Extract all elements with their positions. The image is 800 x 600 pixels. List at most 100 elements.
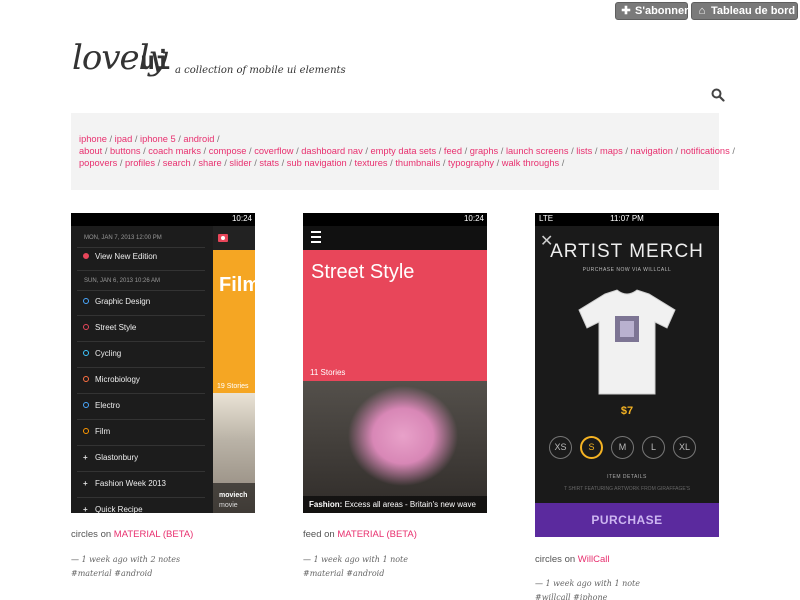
post-notes[interactable]: — 1 week ago with 2 notes bbox=[71, 553, 180, 567]
tag-link[interactable]: thumbnails bbox=[395, 158, 440, 168]
tag-link[interactable]: ipad bbox=[115, 134, 133, 144]
plus-icon: ✚ bbox=[621, 5, 631, 17]
caption-text: Excess all areas - Britain's new wave bbox=[342, 500, 476, 509]
tag-link[interactable]: notifications bbox=[681, 146, 730, 156]
post-on: on bbox=[564, 554, 576, 565]
tag-link[interactable]: textures bbox=[354, 158, 387, 168]
post-notes[interactable]: — 1 week ago with 1 note bbox=[303, 553, 408, 567]
divider bbox=[77, 471, 205, 472]
app-link[interactable]: MATERIAL (BETA) bbox=[114, 529, 194, 540]
tag-link[interactable]: about bbox=[79, 146, 102, 156]
subscribe-button[interactable]: ✚ S'abonner bbox=[615, 2, 688, 20]
post-notes[interactable]: — 1 week ago with 1 note bbox=[535, 577, 640, 591]
plus-icon: + bbox=[83, 479, 88, 488]
circle-icon bbox=[83, 324, 89, 331]
card-title: Street Style bbox=[311, 261, 415, 283]
tag-link[interactable]: iphone bbox=[79, 134, 107, 144]
status-time: 11:07 PM bbox=[610, 214, 644, 223]
tag-link[interactable]: sub navigation bbox=[287, 158, 347, 168]
dashboard-button[interactable]: ⌂ Tableau de bord bbox=[691, 2, 798, 20]
drawer-item-label: Microbiology bbox=[95, 375, 140, 384]
post-tags[interactable]: #material #android bbox=[303, 567, 408, 581]
post-screenshot[interactable]: LTE 11:07 PM ✕ ARTIST MERCH PURCHASE NOW… bbox=[535, 213, 719, 537]
tag-link[interactable]: iphone 5 bbox=[140, 134, 176, 144]
tag-link[interactable]: stats bbox=[259, 158, 279, 168]
tag-link[interactable]: graphs bbox=[470, 146, 498, 156]
street-style-card: Street Style 11 Stories bbox=[303, 250, 487, 381]
drawer-item-label: Cycling bbox=[95, 349, 122, 358]
drawer-item: Microbiology bbox=[83, 374, 140, 386]
tag-link[interactable]: walk throughs bbox=[502, 158, 559, 168]
post-on: on bbox=[324, 529, 335, 540]
plus-icon: + bbox=[83, 453, 88, 462]
tag-link[interactable]: feed bbox=[444, 146, 462, 156]
post-tags[interactable]: #willcall #iphone bbox=[535, 591, 640, 600]
divider bbox=[77, 270, 205, 271]
tag-link[interactable]: lists bbox=[576, 146, 592, 156]
post-meta[interactable]: — 1 week ago with 1 note #material #andr… bbox=[303, 553, 408, 581]
post-meta[interactable]: — 1 week ago with 1 note #willcall #ipho… bbox=[535, 577, 640, 600]
tag-link[interactable]: typography bbox=[448, 158, 494, 168]
status-bar: LTE 11:07 PM bbox=[535, 213, 719, 226]
circle-icon bbox=[83, 350, 89, 357]
card-title: Film bbox=[219, 274, 255, 296]
status-time: 10:24 bbox=[463, 214, 484, 223]
tag-link[interactable]: search bbox=[163, 158, 191, 168]
status-bar: 10:24 bbox=[303, 213, 487, 226]
drawer-item-label: Glastonbury bbox=[95, 453, 139, 462]
tag-row-elements-2: popovers / profiles / search / share / s… bbox=[79, 158, 565, 168]
post-on: on bbox=[100, 529, 112, 540]
purchase-button: PURCHASE bbox=[535, 503, 719, 537]
tag-link[interactable]: share bbox=[198, 158, 221, 168]
tag-link[interactable]: coverflow bbox=[254, 146, 293, 156]
film-card: Film 19 Stories bbox=[213, 250, 255, 393]
post-meta[interactable]: — 1 week ago with 2 notes #material #and… bbox=[71, 553, 180, 581]
tag-link[interactable]: empty data sets bbox=[371, 146, 437, 156]
tag-link[interactable]: coach marks bbox=[148, 146, 201, 156]
tag-link[interactable]: slider bbox=[229, 158, 251, 168]
peek-toolbar bbox=[213, 226, 255, 250]
tag-link[interactable]: dashboard nav bbox=[301, 146, 363, 156]
drawer-item-label: Electro bbox=[95, 401, 120, 410]
tag-link[interactable]: compose bbox=[209, 146, 247, 156]
divider bbox=[77, 419, 205, 420]
merch-price: $7 bbox=[620, 405, 634, 417]
divider bbox=[77, 497, 205, 498]
tag-link[interactable]: profiles bbox=[125, 158, 155, 168]
post-caption: feed on MATERIAL (BETA) bbox=[303, 529, 417, 540]
site-tagline: a collection of mobile ui elements bbox=[175, 65, 346, 76]
status-bar: 10:24 bbox=[71, 213, 255, 226]
content-peek: Film 19 Stories moviech movie bbox=[213, 226, 255, 513]
post-screenshot[interactable]: 10:24 MON, JAN 7, 2013 12:00 PM View New… bbox=[71, 213, 255, 513]
post-category: feed bbox=[303, 529, 322, 540]
plus-icon: + bbox=[83, 505, 88, 513]
post-screenshot[interactable]: 10:24 Street Style 11 Stories Fashion: E… bbox=[303, 213, 487, 513]
photo-card: moviech movie bbox=[213, 393, 255, 513]
tag-link[interactable]: android bbox=[183, 134, 214, 144]
post-tags[interactable]: #material #android bbox=[71, 567, 180, 581]
drawer-item: Electro bbox=[83, 400, 120, 412]
circle-icon bbox=[83, 376, 89, 383]
post-category: circles bbox=[535, 554, 562, 565]
size-option: S bbox=[580, 436, 603, 459]
divider bbox=[77, 315, 205, 316]
app-link[interactable]: MATERIAL (BETA) bbox=[337, 529, 417, 540]
app-link[interactable]: WillCall bbox=[578, 554, 610, 565]
caption-label: Fashion: bbox=[309, 500, 343, 509]
tag-link[interactable]: maps bbox=[600, 146, 623, 156]
tag-link[interactable]: buttons bbox=[110, 146, 141, 156]
drawer-item-label: Film bbox=[95, 427, 111, 436]
drawer-item-label: View New Edition bbox=[95, 252, 158, 261]
card-count: 11 Stories bbox=[310, 368, 346, 377]
search-icon[interactable] bbox=[711, 88, 725, 102]
divider bbox=[77, 393, 205, 394]
tag-link[interactable]: launch screens bbox=[506, 146, 569, 156]
size-option: XS bbox=[549, 436, 572, 459]
status-time: 10:24 bbox=[231, 214, 252, 223]
size-option: M bbox=[611, 436, 634, 459]
drawer-item: Cycling bbox=[83, 348, 121, 360]
tag-link[interactable]: navigation bbox=[630, 146, 672, 156]
merch-subtitle: PURCHASE NOW VIA WILLCALL bbox=[582, 267, 672, 273]
tag-link[interactable]: popovers bbox=[79, 158, 117, 168]
post-caption: circles on WillCall bbox=[535, 554, 609, 565]
